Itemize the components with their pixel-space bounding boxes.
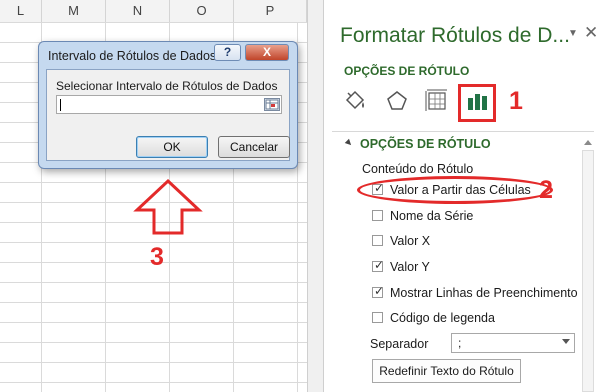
checkbox-box[interactable] xyxy=(372,235,383,246)
separator-value: ; xyxy=(458,336,462,350)
checkbox-label: Valor Y xyxy=(390,260,430,274)
pane-title: Formatar Rótulos de D... xyxy=(340,24,570,47)
grid-line xyxy=(0,22,307,23)
divider xyxy=(332,131,594,132)
grid-line xyxy=(0,382,307,383)
pentagon-icon[interactable] xyxy=(384,88,410,114)
label-contains-heading: Conteúdo do Rótulo xyxy=(362,162,474,176)
help-button[interactable]: ? xyxy=(214,44,241,61)
checkbox-label: Código de legenda xyxy=(390,311,495,325)
pane-vertical-scrollbar[interactable] xyxy=(582,140,594,392)
column-header-p[interactable]: P xyxy=(234,0,307,22)
ok-button[interactable]: OK xyxy=(136,136,208,158)
column-header-m[interactable]: M xyxy=(42,0,106,22)
section-header[interactable]: OPÇÕES DE RÓTULO xyxy=(360,137,491,151)
checkbox-label: Mostrar Linhas de Preenchimento xyxy=(390,286,578,300)
data-label-range-dialog[interactable]: Intervalo de Rótulos de Dados ? X Seleci… xyxy=(38,41,298,169)
range-prompt-label: Selecionar Intervalo de Rótulos de Dados xyxy=(56,79,278,93)
format-data-labels-pane: Formatar Rótulos de D... ▼ ✕ OPÇÕES DE R… xyxy=(324,0,605,392)
up-arrow-annotation xyxy=(133,178,203,235)
checkmark-icon: ✓ xyxy=(374,258,385,272)
close-icon: X xyxy=(262,45,271,59)
sheet-vertical-scrollbar[interactable] xyxy=(307,0,324,392)
grid-line xyxy=(0,322,307,323)
checkbox-box[interactable]: ✓ xyxy=(372,284,385,298)
column-header-row: L M N O P xyxy=(0,0,307,23)
chevron-down-icon xyxy=(562,339,570,344)
checkbox-box[interactable]: ✓ xyxy=(372,258,385,272)
grid-line xyxy=(0,302,307,303)
highlight-oval-annotation xyxy=(357,176,553,204)
separator-dropdown[interactable]: ; xyxy=(451,333,575,353)
column-header-l[interactable]: L xyxy=(0,0,42,22)
checkbox-box[interactable] xyxy=(372,312,383,323)
scroll-up-icon[interactable] xyxy=(584,140,592,145)
size-properties-icon[interactable] xyxy=(424,88,450,114)
column-header-o[interactable]: O xyxy=(170,0,234,22)
reset-label-text-button[interactable]: Redefinir Texto do Rótulo xyxy=(372,359,521,383)
paint-bucket-icon[interactable] xyxy=(342,88,368,114)
annotation-number-1: 1 xyxy=(509,87,523,115)
dialog-title: Intervalo de Rótulos de Dados xyxy=(48,49,217,63)
chevron-down-icon[interactable]: ▼ xyxy=(568,28,578,39)
checkbox-box[interactable] xyxy=(372,210,383,221)
checkbox-label: Valor X xyxy=(390,234,431,248)
range-input[interactable] xyxy=(56,95,282,114)
column-header-n[interactable]: N xyxy=(106,0,170,22)
cancel-button[interactable]: Cancelar xyxy=(218,136,290,158)
close-button[interactable]: X xyxy=(245,44,289,61)
scroll-track[interactable] xyxy=(582,150,594,392)
grid-line xyxy=(0,282,307,283)
grid-line xyxy=(0,342,307,343)
annotation-number-2: 2 xyxy=(539,176,553,204)
checkbox-label: Nome da Série xyxy=(390,209,474,223)
dialog-body: Selecionar Intervalo de Rótulos de Dados… xyxy=(46,69,290,161)
highlight-box-annotation xyxy=(458,84,496,122)
grid-line xyxy=(0,362,307,363)
close-icon[interactable]: ✕ xyxy=(584,23,598,43)
collapse-arrow-icon[interactable] xyxy=(344,138,354,148)
separator-label: Separador xyxy=(370,337,429,351)
pane-section-label[interactable]: OPÇÕES DE RÓTULO xyxy=(344,64,469,78)
checkmark-icon: ✓ xyxy=(374,284,385,298)
text-caret xyxy=(60,99,61,111)
range-picker-icon[interactable] xyxy=(264,98,280,111)
annotation-number-3: 3 xyxy=(150,243,164,271)
